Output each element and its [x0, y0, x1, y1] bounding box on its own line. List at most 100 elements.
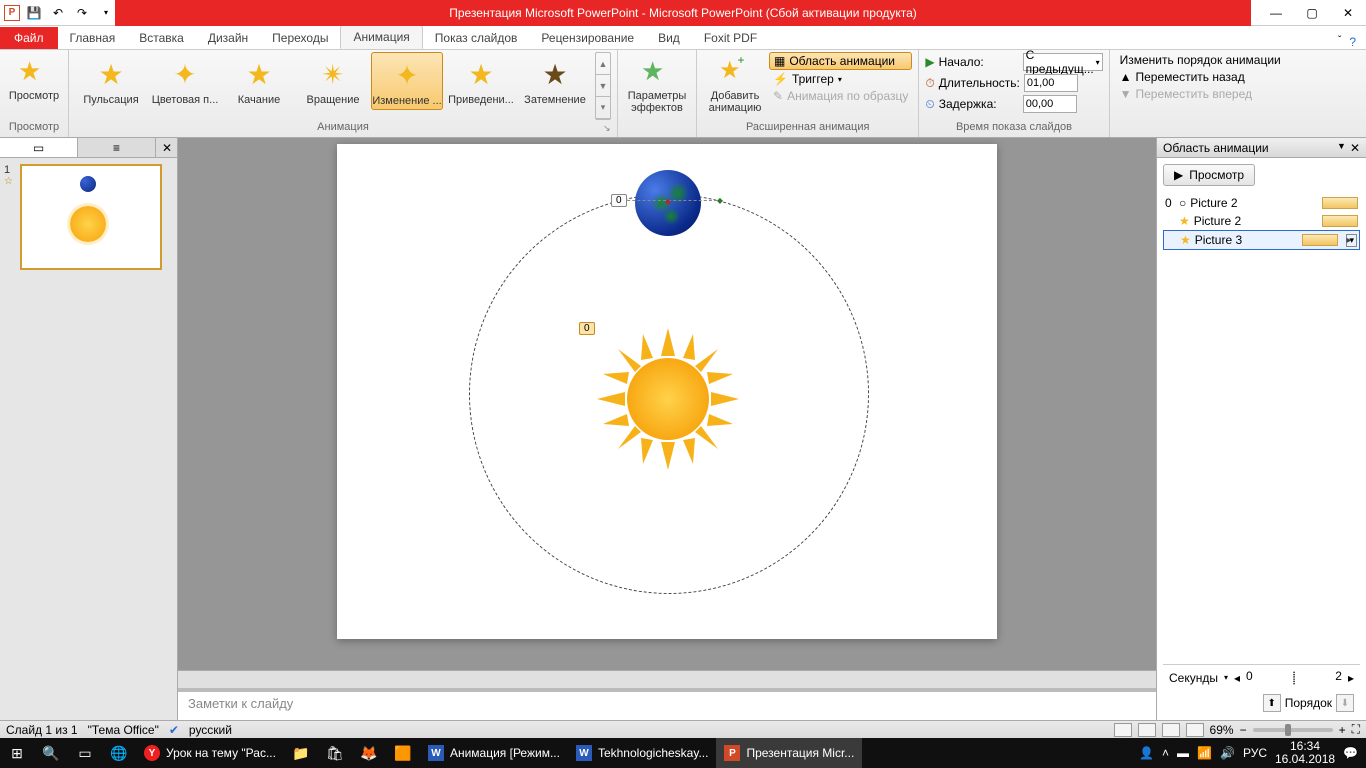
group-timing-label: Время показа слайдов — [925, 121, 1102, 135]
tray-up-icon[interactable]: ˄ — [1162, 746, 1169, 760]
tray-notifications-icon[interactable]: 💬 — [1343, 746, 1358, 760]
anim-darken[interactable]: ★Затемнение — [519, 52, 591, 108]
task-item-1[interactable]: 📁 — [284, 738, 318, 768]
task-item-4[interactable]: 🟧 — [386, 738, 420, 768]
fit-window-icon[interactable]: ⛶ — [1352, 722, 1360, 737]
anim-colorpulse[interactable]: ✦Цветовая п... — [149, 52, 221, 108]
tab-transitions[interactable]: Переходы — [260, 27, 340, 49]
gallery-up-icon[interactable]: ▲ — [596, 53, 610, 75]
add-animation-button[interactable]: ★+ Добавить анимацию — [703, 52, 767, 116]
zoom-out-icon[interactable]: − — [1240, 723, 1247, 737]
task-item-5[interactable]: WАнимация [Режим... — [420, 738, 568, 768]
view-reading-button[interactable] — [1162, 723, 1180, 737]
animation-dialog-launcher[interactable]: ↘ — [603, 123, 615, 135]
duration-input[interactable] — [1024, 74, 1078, 92]
anim-teeter[interactable]: ★Качание — [223, 52, 295, 108]
task-item-0[interactable]: YУрок на тему "Рас... — [136, 738, 284, 768]
animation-pane-toggle[interactable]: ▦Область анимации — [769, 52, 912, 70]
thumbnail-tab-outline[interactable]: ≡ — [78, 138, 156, 157]
search-button[interactable]: 🔍 — [34, 738, 68, 768]
tab-slideshow[interactable]: Показ слайдов — [423, 27, 530, 49]
task-item-6[interactable]: WTekhnologicheskay... — [568, 738, 717, 768]
qat-undo-icon[interactable]: ↶ — [48, 3, 68, 23]
status-language[interactable]: русский — [189, 723, 232, 737]
sun-object[interactable] — [597, 328, 739, 470]
qat-redo-icon[interactable]: ↷ — [72, 3, 92, 23]
pane-play-button[interactable]: ▶ Просмотр — [1163, 164, 1255, 186]
anim-entry-2[interactable]: ★ Picture 2 — [1163, 212, 1360, 230]
timeline-next-icon[interactable]: ▸ — [1348, 671, 1354, 685]
anim-desaturate[interactable]: ★Приведени... — [445, 52, 517, 108]
tab-foxit[interactable]: Foxit PDF — [692, 27, 769, 49]
entry-timeline-bar[interactable] — [1322, 197, 1358, 209]
tab-review[interactable]: Рецензирование — [529, 27, 646, 49]
effect-options-label: Параметры эффектов — [628, 90, 687, 114]
anim-spin[interactable]: ✴Вращение — [297, 52, 369, 108]
help-icon[interactable]: ? — [1349, 35, 1356, 49]
order-up-button[interactable]: ⬆ — [1263, 694, 1281, 712]
gallery-scroll[interactable]: ▲ ▼ ▾ — [595, 52, 611, 120]
spellcheck-icon[interactable]: ✔ — [169, 723, 179, 737]
chrome-button[interactable]: 🌐 — [102, 738, 136, 768]
seconds-dropdown-icon[interactable]: ▾ — [1224, 673, 1228, 682]
zoom-slider[interactable] — [1253, 728, 1333, 732]
anim-entry-3[interactable]: ★ Picture 3 ▾ — [1163, 230, 1360, 250]
ribbon-minimize-icon[interactable]: ˇ — [1338, 35, 1341, 49]
gallery-down-icon[interactable]: ▼ — [596, 75, 610, 97]
tray-volume-icon[interactable]: 🔊 — [1220, 746, 1235, 760]
anim-tag-sun[interactable]: 0 — [579, 322, 595, 335]
entry-timeline-bar[interactable] — [1322, 215, 1358, 227]
effect-options-button[interactable]: ★ Параметры эффектов — [624, 52, 690, 116]
maximize-button[interactable]: ▢ — [1294, 0, 1330, 26]
gallery-more-icon[interactable]: ▾ — [596, 97, 610, 119]
taskview-button[interactable]: ▭ — [68, 738, 102, 768]
delay-input[interactable] — [1023, 95, 1077, 113]
move-earlier-button[interactable]: ▲Переместить назад — [1116, 69, 1285, 85]
tab-design[interactable]: Дизайн — [196, 27, 260, 49]
timeline-prev-icon[interactable]: ◂ — [1234, 671, 1240, 685]
close-button[interactable]: ✕ — [1330, 0, 1366, 26]
task-item-3[interactable]: 🦊 — [352, 738, 386, 768]
entry-timeline-bar[interactable] — [1302, 234, 1338, 246]
notes-pane[interactable]: Заметки к слайду — [178, 688, 1156, 722]
view-slideshow-button[interactable] — [1186, 723, 1204, 737]
minimize-button[interactable]: — — [1258, 0, 1294, 26]
file-tab[interactable]: Файл — [0, 27, 58, 49]
pane-close-icon[interactable]: ✕ — [1350, 141, 1360, 155]
task-item-2[interactable]: 🛍 — [318, 738, 352, 768]
trigger-button[interactable]: ⚡Триггер▾ — [769, 71, 912, 87]
view-sorter-button[interactable] — [1138, 723, 1156, 737]
anim-grow[interactable]: ✦Изменение ... — [371, 52, 443, 110]
tray-wifi-icon[interactable]: 📶 — [1197, 746, 1212, 760]
tray-battery-icon[interactable]: ▬ — [1177, 746, 1189, 760]
start-button[interactable]: ⊞ — [0, 738, 34, 768]
anim-pulsation[interactable]: ★Пульсация — [75, 52, 147, 108]
horizontal-scrollbar[interactable] — [178, 670, 1156, 688]
qat-customize-icon[interactable]: ▾ — [96, 3, 116, 23]
slide-thumbnail[interactable] — [20, 164, 162, 270]
anim-entry-1[interactable]: 0 ○ Picture 2 — [1163, 194, 1360, 212]
ribbon: ★ Просмотр Просмотр ★Пульсация ✦Цветовая… — [0, 50, 1366, 138]
zoom-percent[interactable]: 69% — [1210, 723, 1234, 737]
pane-dropdown-icon[interactable]: ▼ — [1337, 141, 1346, 155]
tray-lang[interactable]: РУС — [1243, 746, 1267, 760]
thumbnail-tab-slides[interactable]: ▭ — [0, 138, 78, 157]
zoom-in-icon[interactable]: + — [1339, 723, 1346, 737]
tray-clock[interactable]: 16:34 16.04.2018 — [1275, 740, 1335, 766]
path-midpoint-icon[interactable]: ◆ — [665, 197, 671, 206]
thumbnail-close-button[interactable]: ✕ — [157, 138, 177, 157]
slide-editor[interactable]: ◆ 0 0 З — [178, 138, 1156, 722]
tab-view[interactable]: Вид — [646, 27, 692, 49]
preview-button[interactable]: ★ Просмотр — [6, 52, 62, 104]
start-dropdown[interactable]: С предыдущ...▾ — [1023, 53, 1103, 71]
task-item-7[interactable]: PПрезентация Micr... — [716, 738, 862, 768]
anim-tag-earth[interactable]: 0 — [611, 194, 627, 207]
thumb-earth-icon — [80, 176, 96, 192]
tray-people-icon[interactable]: 👤 — [1139, 746, 1154, 760]
tab-insert[interactable]: Вставка — [127, 27, 196, 49]
view-normal-button[interactable] — [1114, 723, 1132, 737]
tab-home[interactable]: Главная — [58, 27, 128, 49]
tab-animations[interactable]: Анимация — [340, 25, 422, 49]
slide-canvas[interactable]: ◆ 0 0 — [337, 144, 997, 639]
qat-save-icon[interactable]: 💾 — [24, 3, 44, 23]
